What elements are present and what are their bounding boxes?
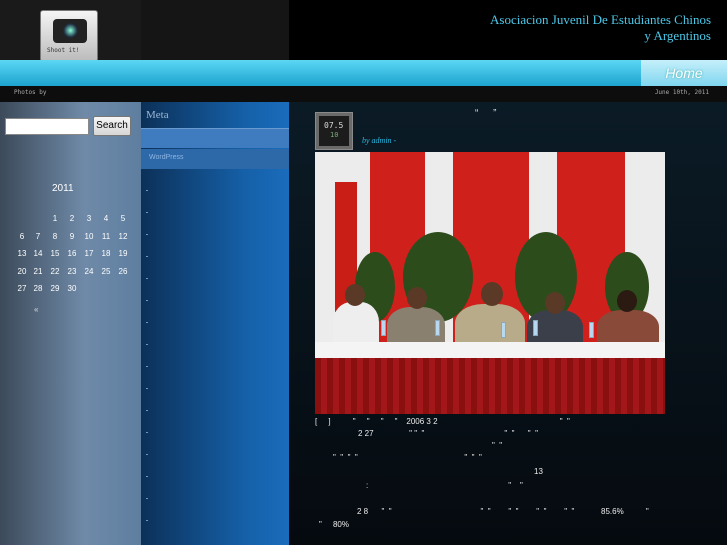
calendar-day: 27 (17, 284, 27, 293)
calendar-day: 14 (33, 249, 43, 258)
site-title[interactable]: Asociacion Juvenil De Estudiantes Chinos… (490, 12, 711, 44)
sidebar-dot (146, 432, 148, 433)
photo-head (481, 282, 503, 306)
calendar-day: 17 (84, 249, 94, 258)
sidebar-dot (146, 278, 148, 279)
meta-item-box[interactable] (141, 128, 289, 148)
calendar-day: 19 (118, 249, 128, 258)
calendar-day: 7 (35, 231, 41, 241)
search-input[interactable] (5, 118, 89, 135)
search-button[interactable]: Search (93, 116, 131, 136)
post-byline[interactable]: by admin - (362, 136, 396, 145)
post-date-year: 10 (330, 131, 339, 139)
post-body-line: [ ] " " " " 2006 3 2 " " (315, 417, 570, 426)
camera-logo-icon[interactable]: Shoot it! (40, 10, 98, 62)
sub-bar (0, 86, 727, 102)
sidebar-dot (146, 212, 148, 213)
calendar-day: 6 (19, 231, 25, 241)
sidebar-dot (146, 476, 148, 477)
calendar-day: 5 (120, 214, 126, 223)
post-body-line: 2 27 " " " " " " " (358, 429, 538, 438)
photo-head (345, 284, 365, 306)
calendar-day: 1 (52, 214, 58, 223)
site-title-line2[interactable]: y Argentinos (490, 28, 711, 44)
calendar-day: 18 (101, 249, 111, 258)
post-body-line: 2 8 " " " " " " " " " " 85.6% " (357, 507, 649, 516)
calendar-day: 29 (50, 284, 60, 293)
site-title-line1[interactable]: Asociacion Juvenil De Estudiantes Chinos (490, 12, 711, 28)
post-body-line: : " " (366, 481, 523, 490)
post-body-line: " " (492, 441, 503, 450)
nav-home-tab[interactable]: Home (641, 60, 727, 86)
calendar-caption: 2011 (52, 183, 74, 194)
calendar-day: 3 (86, 214, 92, 223)
header-middle-area (141, 0, 289, 60)
meta-heading: Meta (146, 109, 169, 121)
photo-table-top (315, 342, 665, 358)
calendar-day: 15 (50, 249, 60, 258)
photo-bottle (589, 322, 594, 338)
calendar-day: 20 (17, 266, 27, 276)
calendar-day: 26 (118, 266, 128, 276)
calendar-day: 4 (103, 214, 109, 223)
sidebar-dot (146, 344, 148, 345)
sidebar-dot (146, 498, 148, 499)
photo-head (407, 287, 427, 309)
photo-table-skirt (315, 358, 665, 414)
nav-bar (0, 60, 727, 86)
calendar-day: 16 (67, 249, 77, 258)
sidebar-dot (146, 388, 148, 389)
calendar-day: 13 (17, 249, 27, 258)
camera-lens (63, 23, 78, 38)
photos-by-text: Photos by (14, 89, 47, 96)
sidebar-dot (146, 520, 148, 521)
sidebar-dot (146, 190, 148, 191)
photo-bottle (381, 320, 386, 336)
calendar-day: 28 (33, 284, 43, 293)
photo-bottle (435, 320, 440, 336)
calendar-day: 12 (118, 231, 128, 241)
calendar-day: 30 (67, 284, 77, 293)
sidebar-dot (146, 234, 148, 235)
photo-head (617, 290, 637, 312)
photo-bottle (501, 322, 506, 338)
sidebar-dot (146, 366, 148, 367)
post-body-line: 13 (534, 467, 543, 476)
photo-bottle (533, 320, 538, 336)
post-body-line: " 80% (319, 520, 349, 529)
calendar-day: 8 (52, 231, 58, 241)
calendar-day: 9 (69, 231, 75, 241)
sidebar-dot (146, 322, 148, 323)
calendar-day: 10 (84, 231, 94, 241)
sidebar-dot (146, 410, 148, 411)
post-date-day: 07.5 (324, 121, 344, 130)
calendar-day: 22 (50, 266, 60, 276)
calendar-day: 11 (101, 231, 111, 241)
sidebar-dot (146, 300, 148, 301)
calendar-day: 23 (67, 266, 77, 276)
photo-head (545, 292, 565, 314)
post-photo[interactable] (315, 152, 665, 414)
sidebar-dot (146, 454, 148, 455)
post-title[interactable]: “ ” (475, 108, 502, 119)
calendar-day: 21 (33, 266, 43, 276)
calendar-prev-link[interactable]: « (34, 305, 38, 314)
header-date: June 10th, 2011 (654, 89, 709, 96)
wordpress-link[interactable]: WordPress (149, 154, 184, 161)
calendar-day: 25 (101, 266, 111, 276)
calendar-day: 24 (84, 266, 94, 276)
calendar-day: 2 (69, 214, 75, 223)
logo-caption: Shoot it! (47, 47, 80, 54)
sidebar-dot (146, 256, 148, 257)
left-sidebar (0, 102, 141, 545)
post-body-line: " " " " " " " (333, 453, 482, 462)
